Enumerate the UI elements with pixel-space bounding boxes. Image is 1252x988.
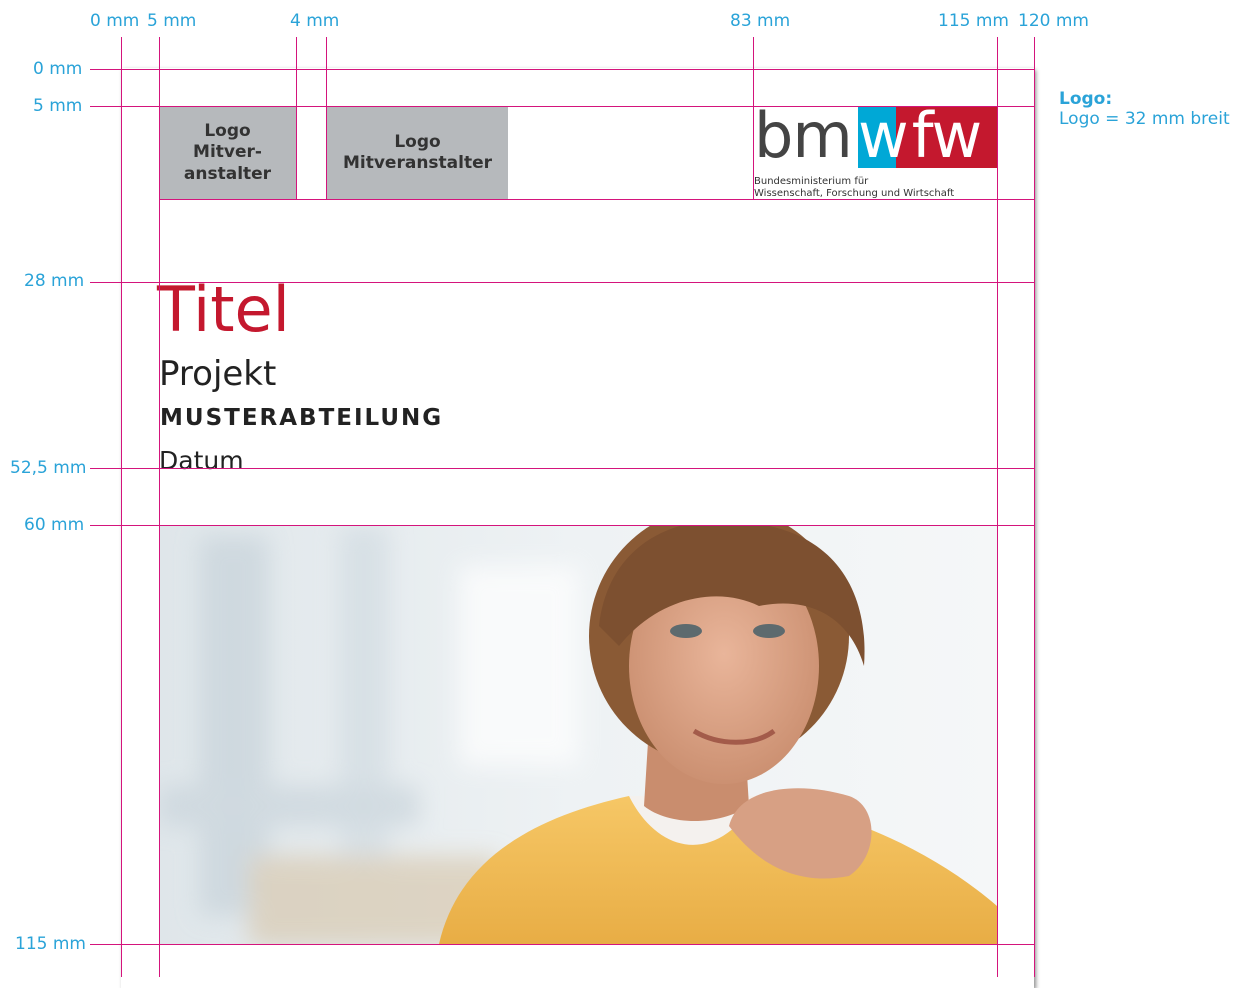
partner-logo-2: Logo Mitveranstalter: [327, 107, 508, 199]
guide-v-120mm: [1034, 37, 1035, 977]
guide-h-52-5mm: [90, 468, 1035, 469]
logo-wordmark-w: w: [858, 99, 909, 172]
logo-note: Logo: Logo = 32 mm breit: [1059, 89, 1230, 129]
logo-wordmark-bm: bm: [754, 99, 853, 172]
guide-h-logo-bottom: [159, 199, 1035, 200]
ruler-left-28: 28 mm: [24, 271, 85, 291]
guide-v-115mm: [997, 37, 998, 977]
logo-wordmark: bm wfw: [754, 101, 997, 171]
guide-v-logo2-left: [326, 37, 327, 199]
cover-department: MUSTERABTEILUNG: [160, 405, 444, 431]
ruler-top-83: 83 mm: [730, 11, 791, 31]
logo-subtitle: Bundesministerium für Wissenschaft, Fors…: [754, 176, 954, 200]
ruler-top-115: 115 mm: [938, 11, 1009, 31]
guide-h-60mm: [90, 525, 1035, 526]
guide-v-0mm: [121, 37, 122, 977]
guide-v-83mm: [753, 37, 754, 199]
ruler-left-115: 115 mm: [15, 934, 86, 954]
partner-logo-1: Logo Mitver-anstalter: [159, 107, 296, 199]
cover-photo: [159, 526, 997, 944]
logo-note-text: Logo = 32 mm breit: [1059, 109, 1230, 129]
ruler-top-120: 120 mm: [1018, 11, 1089, 31]
ruler-top-5: 5 mm: [147, 11, 197, 31]
guide-v-5mm: [159, 37, 160, 977]
cover-date: Datum: [159, 446, 244, 475]
logo-note-heading: Logo:: [1059, 89, 1113, 109]
ruler-top-4: 4 mm: [290, 11, 340, 31]
guide-h-5mm: [90, 106, 1035, 107]
logo-subtitle-line1: Bundesministerium für: [754, 176, 869, 187]
ruler-left-52-5: 52,5 mm: [10, 458, 87, 478]
logo-wordmark-fw: fw: [911, 99, 982, 172]
ruler-left-60: 60 mm: [24, 515, 85, 535]
ruler-left-5: 5 mm: [33, 96, 83, 116]
partner-logo-1-label: Logo Mitver-anstalter: [183, 121, 272, 184]
ruler-left-0: 0 mm: [33, 59, 83, 79]
guide-h-28mm: [90, 282, 1035, 283]
ruler-top-0: 0 mm: [90, 11, 140, 31]
guide-h-115mm: [90, 944, 1035, 945]
guide-v-logo1-right: [296, 37, 297, 199]
guide-h-0mm: [90, 69, 1035, 70]
partner-logo-2-label: Logo Mitveranstalter: [342, 131, 493, 173]
portrait-illustration: [159, 526, 997, 944]
cover-project: Projekt: [159, 354, 277, 394]
